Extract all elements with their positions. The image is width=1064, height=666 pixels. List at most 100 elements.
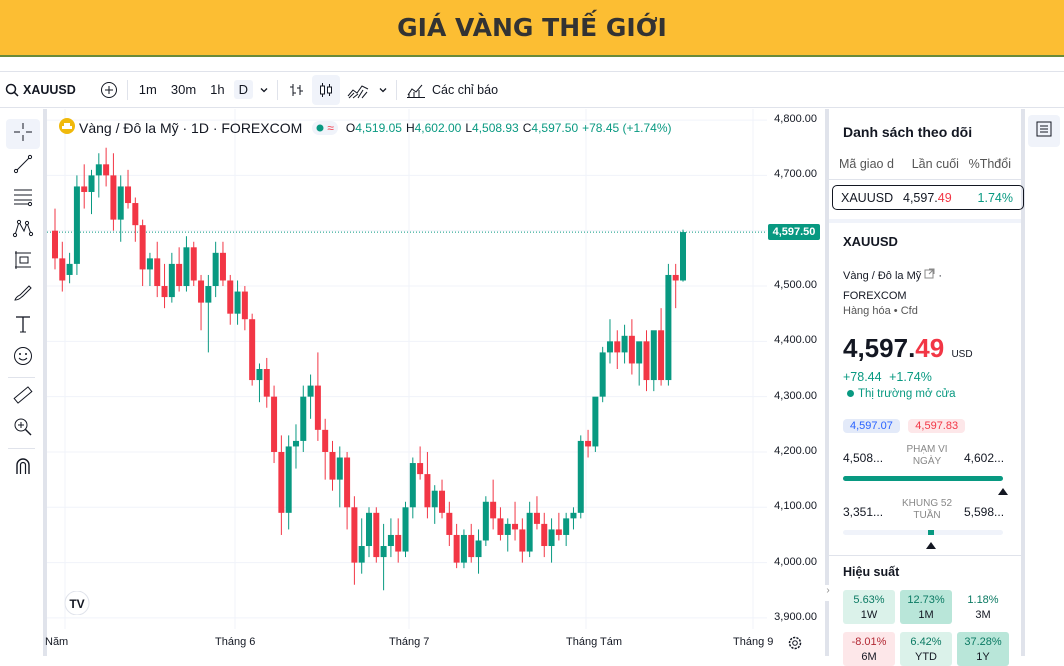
watchlist-toggle-button[interactable] (1028, 115, 1060, 147)
indicators-button[interactable]: Các chỉ báo (401, 72, 503, 107)
candle-body (271, 396, 278, 452)
candle-body (344, 457, 351, 508)
chart-settings-button[interactable] (787, 635, 803, 656)
area-style-button[interactable] (342, 72, 374, 107)
candle-body (278, 451, 285, 513)
projection-tool[interactable] (6, 247, 40, 277)
plus-circle-icon (100, 81, 118, 99)
page-banner: GIÁ VÀNG THẾ GIỚI (0, 0, 1064, 57)
candle-body (512, 523, 519, 530)
chart-style-dropdown[interactable] (374, 72, 392, 107)
timeframe-d[interactable]: D (232, 72, 255, 107)
timeframe-30m[interactable]: 30m (164, 72, 203, 107)
status-dot-icon (316, 121, 324, 135)
day-range-label: PHẠM VI NGÀY (906, 444, 948, 467)
candle-body (614, 341, 621, 353)
candle-body (680, 232, 686, 281)
candle-body (52, 230, 58, 259)
perf-period: 6M (861, 651, 877, 663)
row-change: 1.74% (977, 190, 1013, 205)
col-last-header[interactable]: Lần cuối (912, 157, 969, 171)
day-high: 4,602... (964, 451, 1005, 465)
low-label: L (465, 120, 473, 135)
candle-body (219, 252, 226, 281)
collapse-handle-icon[interactable]: › (823, 585, 833, 601)
tradingview-logo[interactable]: TV (61, 590, 93, 620)
timeframe-dropdown[interactable] (255, 72, 273, 107)
perf-cell[interactable]: 1.18% 3M (957, 590, 1009, 624)
right-sidebar (1025, 109, 1064, 656)
symbol-search[interactable]: XAUUSD (0, 72, 81, 107)
col-change-header[interactable]: %Thđổi (969, 157, 1011, 171)
svg-text:TV: TV (69, 597, 84, 611)
compare-button[interactable] (95, 72, 123, 107)
indicators-icon (406, 81, 426, 99)
candle-body (103, 164, 110, 176)
col-symbol-header[interactable]: Mã giao d (839, 157, 900, 171)
emoji-tool[interactable] (6, 343, 40, 373)
open-label: O (345, 120, 356, 135)
candle-body (190, 247, 197, 281)
candle-body (577, 440, 584, 513)
timeframe-1h[interactable]: 1h (203, 72, 231, 107)
price-tail: 49 (915, 333, 945, 363)
candle-body (599, 352, 606, 397)
candle-body (548, 529, 555, 547)
candle-body (439, 490, 446, 513)
candle-body (643, 341, 650, 381)
candle-body (373, 512, 380, 558)
perf-value: 5.63% (853, 594, 885, 606)
candle-body (300, 396, 307, 441)
crosshair-tool[interactable] (6, 119, 40, 149)
price-axis[interactable]: 4,800.004,700.004,600.004,500.004,400.00… (767, 109, 825, 629)
close-value: 4,597.50 (531, 120, 579, 135)
candle-body (95, 164, 102, 176)
price-chart[interactable]: Vàng / Đô la Mỹ · 1D · FOREXCOM ≈ O4,519… (45, 109, 825, 656)
timeframe-1h-label: 1h (210, 82, 225, 97)
change-abs: +78.44 (843, 370, 882, 384)
detail-symbol[interactable]: XAUUSD (843, 234, 898, 249)
candle-body (636, 341, 643, 364)
row-last-tail: 49 (937, 190, 952, 205)
external-link-icon[interactable] (924, 268, 935, 282)
candle-body (314, 385, 321, 430)
perf-period: YTD (915, 651, 937, 663)
candle-style-button[interactable] (312, 74, 341, 105)
w52-range-label: KHUNG 52 TUẦN (901, 498, 952, 521)
candle-body (263, 369, 270, 397)
candle-body (234, 291, 241, 314)
bar-style-button[interactable] (282, 72, 310, 107)
candle-body (59, 258, 66, 281)
time-tick-label: Tháng 9 (733, 636, 774, 648)
detail-name[interactable]: Vàng / Đô la Mỹ (843, 270, 921, 282)
fib-tool[interactable] (6, 183, 40, 213)
legend-instrument: Vàng / Đô la Mỹ · 1D · FOREXCOM (79, 119, 303, 136)
perf-cell[interactable]: 12.73% 1M (900, 590, 952, 624)
market-status-badge[interactable]: ≈ (312, 120, 338, 135)
trend-line-tool[interactable] (6, 151, 40, 181)
trend-line-icon (12, 153, 34, 180)
timeframe-1m[interactable]: 1m (132, 72, 164, 107)
candle-body (88, 175, 95, 192)
text-tool[interactable] (6, 311, 40, 341)
candle-body (504, 523, 511, 535)
perf-cell[interactable]: 6.42% YTD (900, 632, 952, 666)
perf-cell[interactable]: -8.01% 6M (843, 632, 895, 666)
pattern-tool[interactable] (6, 215, 40, 245)
perf-cell[interactable]: 5.63% 1W (843, 590, 895, 624)
exchange-separator: · (938, 270, 943, 282)
perf-cell[interactable]: 37.28% 1Y (957, 632, 1009, 666)
candle-body (621, 335, 628, 353)
open-value: 4,519.05 (355, 120, 402, 135)
candle-body (81, 186, 88, 192)
zoom-tool[interactable] (6, 414, 40, 444)
brush-tool[interactable] (6, 279, 40, 309)
perf-period: 1W (860, 609, 878, 621)
magnet-tool[interactable] (6, 453, 40, 483)
watchlist-row[interactable]: XAUUSD 4,597.49 1.74% (832, 185, 1024, 210)
measure-tool[interactable] (6, 382, 40, 412)
perf-value: 37.28% (964, 636, 1002, 648)
perf-period: 3M (975, 609, 991, 621)
candle-body (125, 186, 132, 204)
price-tick-label: 4,800.00 (774, 113, 817, 126)
